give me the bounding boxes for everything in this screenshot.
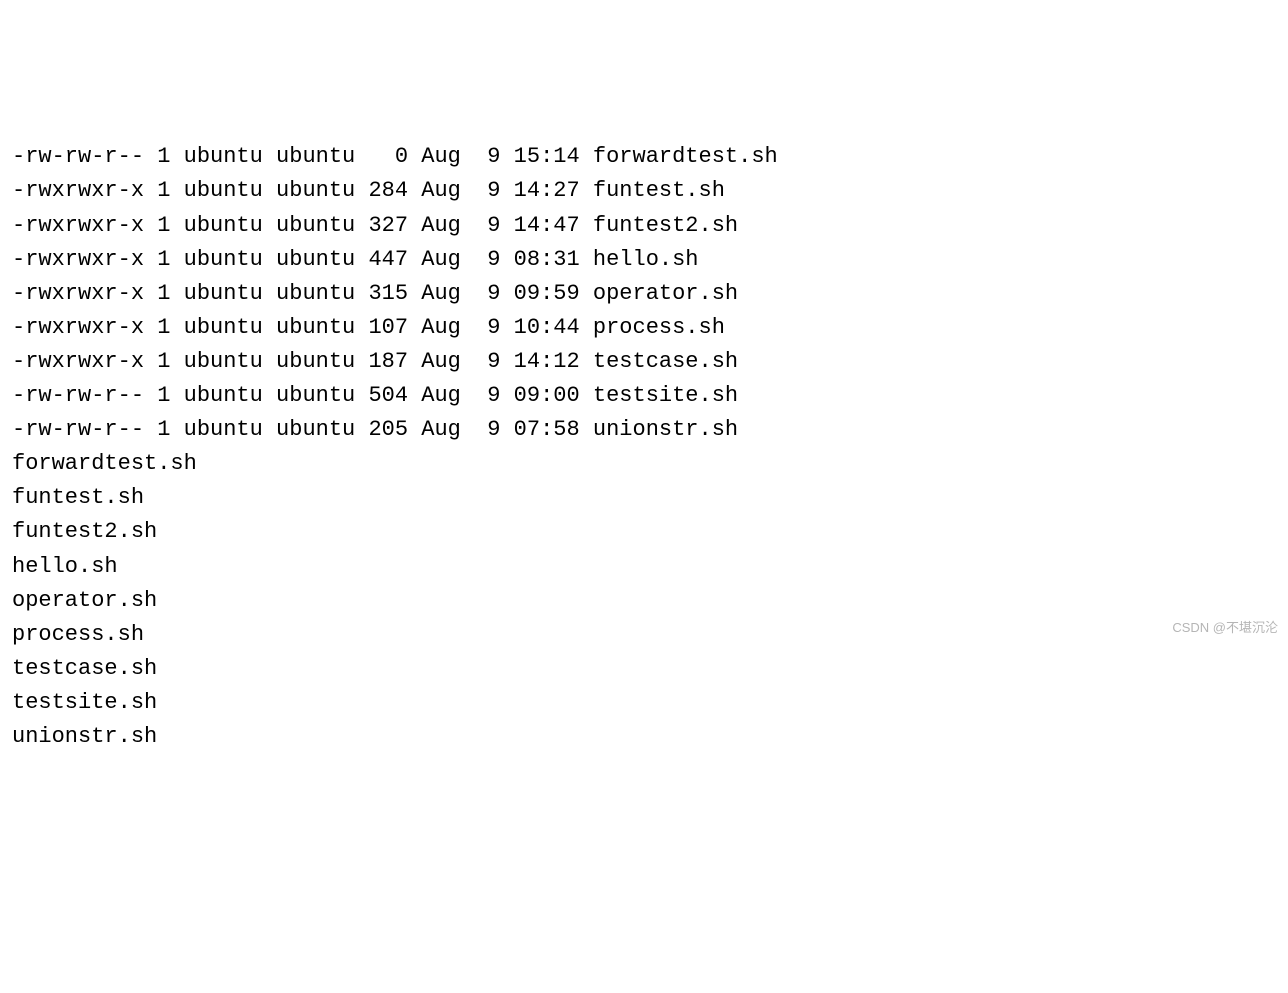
ls-short-row: testcase.sh — [12, 652, 1276, 686]
ls-long-row: -rw-rw-r-- 1 ubuntu ubuntu 205 Aug 9 07:… — [12, 413, 1276, 447]
ls-short-row: funtest2.sh — [12, 515, 1276, 549]
ls-short-row: funtest.sh — [12, 481, 1276, 515]
ls-short-row: testsite.sh — [12, 686, 1276, 720]
ls-short-row: unionstr.sh — [12, 720, 1276, 754]
ls-long-row: -rwxrwxr-x 1 ubuntu ubuntu 187 Aug 9 14:… — [12, 345, 1276, 379]
ls-long-row: -rwxrwxr-x 1 ubuntu ubuntu 107 Aug 9 10:… — [12, 311, 1276, 345]
ls-long-row: -rwxrwxr-x 1 ubuntu ubuntu 315 Aug 9 09:… — [12, 277, 1276, 311]
ls-long-row: -rwxrwxr-x 1 ubuntu ubuntu 447 Aug 9 08:… — [12, 243, 1276, 277]
ls-long-row: -rw-rw-r-- 1 ubuntu ubuntu 504 Aug 9 09:… — [12, 379, 1276, 413]
ls-short-row: forwardtest.sh — [12, 447, 1276, 481]
watermark-text: CSDN @不堪沉沦 — [1172, 618, 1278, 638]
ls-short-row: process.sh — [12, 618, 1276, 652]
ls-long-row: -rwxrwxr-x 1 ubuntu ubuntu 327 Aug 9 14:… — [12, 209, 1276, 243]
ls-long-row: -rwxrwxr-x 1 ubuntu ubuntu 284 Aug 9 14:… — [12, 174, 1276, 208]
ls-long-row: -rw-rw-r-- 1 ubuntu ubuntu 0 Aug 9 15:14… — [12, 140, 1276, 174]
ls-short-row: operator.sh — [12, 584, 1276, 618]
ls-short-row: hello.sh — [12, 550, 1276, 584]
terminal-output: -rw-rw-r-- 1 ubuntu ubuntu 0 Aug 9 15:14… — [12, 140, 1276, 754]
